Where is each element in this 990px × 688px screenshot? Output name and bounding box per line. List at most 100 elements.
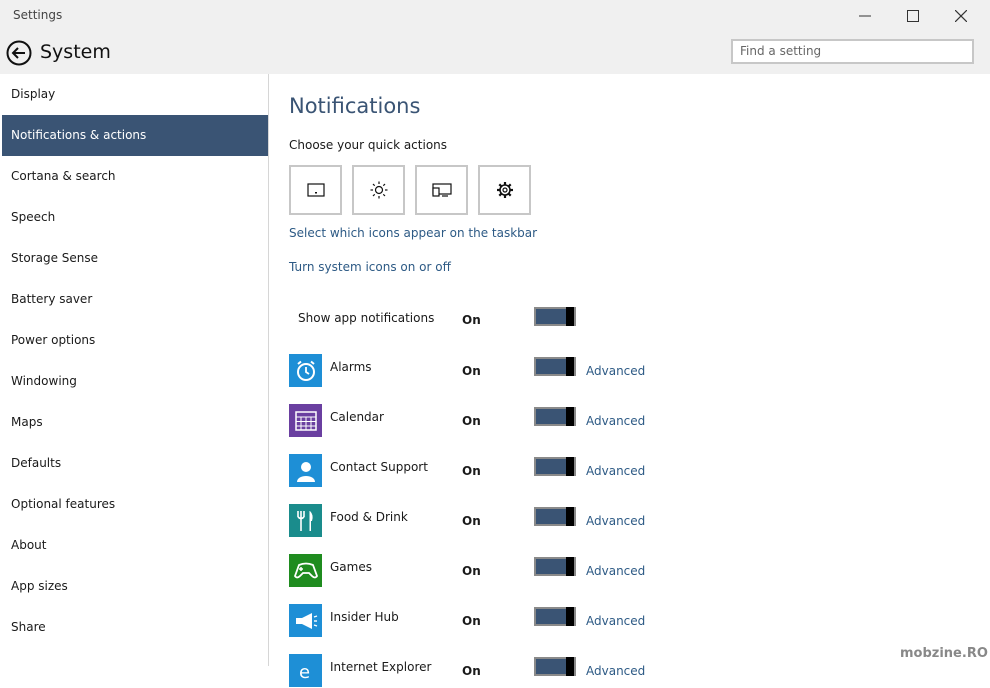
- alarms-toggle[interactable]: [534, 357, 576, 376]
- toggle-state: On: [462, 514, 481, 528]
- search-placeholder: Find a setting: [740, 44, 822, 58]
- sidebar-item-share[interactable]: Share: [2, 607, 268, 648]
- alarm-clock-icon: [289, 354, 322, 387]
- sidebar-item-display[interactable]: Display: [2, 74, 268, 115]
- minimize-button[interactable]: [842, 0, 888, 32]
- toggle-knob: [566, 607, 574, 626]
- toggle-state: On: [462, 664, 481, 678]
- back-arrow-icon: [6, 40, 32, 66]
- sidebar-item-battery-saver[interactable]: Battery saver: [2, 279, 268, 320]
- toggle-knob: [566, 557, 574, 576]
- sidebar-item-speech[interactable]: Speech: [2, 197, 268, 238]
- quick-actions-row: [289, 165, 541, 215]
- maximize-icon: [907, 10, 919, 22]
- advanced-link[interactable]: Advanced: [586, 514, 645, 528]
- sidebar-item-app-sizes[interactable]: App sizes: [2, 566, 268, 607]
- toggle-knob: [566, 407, 574, 426]
- section-heading: Notifications: [289, 94, 421, 118]
- toggle-knob: [566, 657, 574, 676]
- app-name: Contact Support: [330, 460, 428, 474]
- quick-action-settings[interactable]: [478, 165, 531, 215]
- brightness-icon: [370, 181, 387, 199]
- sidebar-item-windowing[interactable]: Windowing: [2, 361, 268, 402]
- app-name: Games: [330, 560, 372, 574]
- app-row-food-drink: Food & Drink On Advanced: [289, 504, 979, 538]
- games-toggle[interactable]: [534, 557, 576, 576]
- toggle-state: On: [462, 614, 481, 628]
- app-row-insider-hub: Insider Hub On Advanced: [289, 604, 979, 638]
- page-title: System: [40, 41, 111, 63]
- window-title: Settings: [13, 8, 63, 22]
- fork-knife-icon: [289, 504, 322, 537]
- person-icon: [289, 454, 322, 487]
- toggle-state: On: [462, 464, 481, 478]
- app-name: Alarms: [330, 360, 372, 374]
- insider-hub-toggle[interactable]: [534, 607, 576, 626]
- toggle-knob: [566, 507, 574, 526]
- sidebar-item-power-options[interactable]: Power options: [2, 320, 268, 361]
- watermark: mobzine.RO: [900, 646, 988, 661]
- show-app-notifications-label: Show app notifications: [298, 311, 435, 325]
- app-name: Calendar: [330, 410, 384, 424]
- sidebar-item-cortana[interactable]: Cortana & search: [2, 156, 268, 197]
- close-button[interactable]: [938, 0, 984, 32]
- toggle-knob: [566, 357, 574, 376]
- sidebar-item-about[interactable]: About: [2, 525, 268, 566]
- internet-explorer-toggle[interactable]: [534, 657, 576, 676]
- advanced-link[interactable]: Advanced: [586, 614, 645, 628]
- app-row-contact-support: Contact Support On Advanced: [289, 454, 979, 488]
- taskbar-icons-link[interactable]: Select which icons appear on the taskbar: [289, 226, 537, 240]
- close-icon: [955, 10, 967, 22]
- app-name: Insider Hub: [330, 610, 399, 624]
- app-name: Internet Explorer: [330, 660, 432, 674]
- toggle-knob: [566, 457, 574, 476]
- quick-action-tablet-mode[interactable]: [289, 165, 342, 215]
- show-app-notifications-toggle[interactable]: [534, 307, 576, 326]
- header-bar: System Find a setting: [0, 32, 990, 74]
- app-row-internet-explorer: e Internet Explorer On Advanced: [289, 654, 979, 688]
- svg-text:e: e: [299, 662, 310, 682]
- title-bar: Settings: [0, 0, 990, 32]
- advanced-link[interactable]: Advanced: [586, 664, 645, 678]
- search-input[interactable]: Find a setting: [731, 39, 974, 64]
- show-app-notifications-row: Show app notifications On: [289, 302, 979, 336]
- advanced-link[interactable]: Advanced: [586, 464, 645, 478]
- sidebar: Display Notifications & actions Cortana …: [2, 74, 268, 666]
- app-row-calendar: Calendar On Advanced: [289, 404, 979, 438]
- maximize-button[interactable]: [890, 0, 936, 32]
- advanced-link[interactable]: Advanced: [586, 364, 645, 378]
- sidebar-item-defaults[interactable]: Defaults: [2, 443, 268, 484]
- tablet-mode-icon: [306, 183, 325, 197]
- toggle-state: On: [462, 564, 481, 578]
- sidebar-item-notifications[interactable]: Notifications & actions: [2, 115, 268, 156]
- settings-gear-icon: [496, 182, 513, 198]
- scrollbar[interactable]: [985, 74, 990, 666]
- advanced-link[interactable]: Advanced: [586, 564, 645, 578]
- app-row-alarms: Alarms On Advanced: [289, 354, 979, 388]
- toggle-knob: [566, 307, 574, 326]
- back-button[interactable]: [6, 40, 32, 66]
- connect-icon: [431, 183, 452, 197]
- app-row-games: Games On Advanced: [289, 554, 979, 588]
- sidebar-item-storage-sense[interactable]: Storage Sense: [2, 238, 268, 279]
- megaphone-icon: [289, 604, 322, 637]
- sidebar-item-maps[interactable]: Maps: [2, 402, 268, 443]
- food-drink-toggle[interactable]: [534, 507, 576, 526]
- toggle-state: On: [462, 414, 481, 428]
- system-icons-link[interactable]: Turn system icons on or off: [289, 260, 451, 274]
- quick-action-brightness[interactable]: [352, 165, 405, 215]
- calendar-icon: [289, 404, 322, 437]
- calendar-toggle[interactable]: [534, 407, 576, 426]
- ie-icon: e: [289, 654, 322, 687]
- quick-action-connect[interactable]: [415, 165, 468, 215]
- toggle-state: On: [462, 364, 481, 378]
- contact-support-toggle[interactable]: [534, 457, 576, 476]
- main-content: Notifications Choose your quick actions: [289, 74, 979, 687]
- sidebar-divider: [268, 74, 269, 666]
- quick-actions-label: Choose your quick actions: [289, 138, 448, 152]
- toggle-state: On: [462, 313, 481, 327]
- minimize-icon: [859, 15, 871, 17]
- advanced-link[interactable]: Advanced: [586, 414, 645, 428]
- sidebar-item-optional-features[interactable]: Optional features: [2, 484, 268, 525]
- gamepad-icon: [289, 554, 322, 587]
